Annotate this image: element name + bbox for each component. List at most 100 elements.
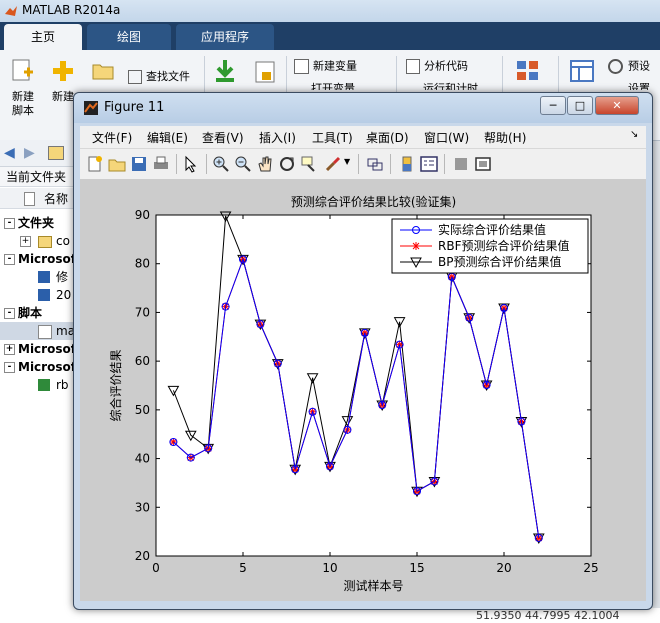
plus-icon bbox=[53, 61, 73, 81]
show-plot-tools-icon[interactable] bbox=[474, 155, 492, 173]
layout-icon[interactable] bbox=[570, 60, 594, 82]
menu-tools[interactable]: 工具(T) bbox=[312, 129, 353, 146]
tab-plots[interactable]: 绘图 bbox=[87, 24, 171, 50]
chart[interactable]: 预测综合评价结果比较(验证集) 0 5 10 15 20 25 20 30 40 50 60 70 80 9… bbox=[80, 179, 646, 601]
menu-view[interactable]: 查看(V) bbox=[202, 129, 244, 146]
file-row[interactable]: 20 bbox=[0, 286, 80, 304]
minimize-button[interactable]: ─ bbox=[540, 96, 566, 115]
figure-window: Figure 11 ─ □ ✕ 文件(F) 编辑(E) 查看(V) 插入(I) … bbox=[73, 92, 653, 610]
expand-icon[interactable]: + bbox=[4, 344, 15, 355]
back-arrow-icon[interactable]: ◀ bbox=[4, 145, 15, 161]
folder-row[interactable]: + co bbox=[0, 232, 80, 250]
group-microsoft-2[interactable]: + Microsof bbox=[0, 340, 80, 358]
find-files-label: 查找文件 bbox=[146, 70, 190, 83]
column-name-label: 名称 bbox=[44, 192, 69, 206]
set-path-button[interactable]: 设置路 bbox=[608, 82, 660, 90]
zoom-out-icon[interactable] bbox=[234, 155, 252, 173]
y-tick-label: 50 bbox=[135, 403, 150, 417]
run-and-time-button[interactable]: 运行和计时 bbox=[406, 82, 478, 90]
hide-plot-tools-icon[interactable] bbox=[452, 155, 470, 173]
y-tick-label: 30 bbox=[135, 500, 150, 514]
group-label: Microsof bbox=[18, 252, 76, 266]
menu-insert[interactable]: 插入(I) bbox=[259, 129, 296, 146]
open-variable-button[interactable]: 打开变量 bbox=[294, 82, 355, 90]
open-folder-icon[interactable] bbox=[92, 62, 114, 80]
group-microsoft-3[interactable]: - Microsof bbox=[0, 358, 80, 376]
close-button[interactable]: ✕ bbox=[595, 96, 639, 115]
link-icon[interactable] bbox=[366, 155, 384, 173]
matlab-figure-icon bbox=[84, 101, 98, 115]
group-folders[interactable]: - 文件夹 bbox=[0, 214, 80, 232]
collapse-icon[interactable]: - bbox=[4, 362, 15, 373]
toolbar-separator bbox=[358, 154, 359, 174]
x-tick-label: 15 bbox=[409, 561, 424, 575]
set-path-label: 设置路 bbox=[628, 82, 650, 90]
maximize-button[interactable]: □ bbox=[567, 96, 593, 115]
rotate-icon[interactable] bbox=[278, 155, 296, 173]
collapse-icon[interactable]: - bbox=[4, 254, 15, 265]
legend-label: BP预测综合评价结果值 bbox=[438, 254, 561, 269]
y-tick-label: 70 bbox=[135, 305, 150, 319]
group-label: 文件夹 bbox=[18, 216, 55, 230]
group-scripts[interactable]: - 脚本 bbox=[0, 304, 80, 322]
dock-arrow-icon[interactable]: ↘ bbox=[630, 129, 638, 140]
toolbar-separator bbox=[206, 154, 207, 174]
menu-edit[interactable]: 编辑(E) bbox=[147, 129, 188, 146]
brush-dropdown-icon[interactable]: ▼ bbox=[344, 157, 350, 166]
expand-icon[interactable]: + bbox=[20, 236, 31, 247]
save-workspace-icon[interactable] bbox=[254, 60, 276, 84]
x-tick-label: 25 bbox=[583, 561, 598, 575]
forward-arrow-icon[interactable]: ▶ bbox=[24, 145, 35, 161]
menu-file[interactable]: 文件(F) bbox=[92, 129, 132, 146]
find-files-button[interactable]: 查找文件 bbox=[128, 70, 190, 84]
collapse-icon[interactable]: - bbox=[4, 218, 15, 229]
print-icon[interactable] bbox=[152, 155, 170, 173]
legend-label: RBF预测综合评价结果值 bbox=[438, 238, 569, 253]
file-row-selected[interactable]: ma bbox=[0, 322, 80, 340]
open-icon[interactable] bbox=[108, 155, 126, 173]
import-data-icon[interactable] bbox=[212, 58, 238, 84]
pointer-icon[interactable] bbox=[182, 155, 200, 173]
menu-desktop[interactable]: 桌面(D) bbox=[366, 129, 409, 146]
excel-icon bbox=[38, 379, 50, 391]
figure-title: Figure 11 bbox=[104, 100, 165, 115]
new-figure-icon[interactable] bbox=[86, 155, 104, 173]
pan-icon[interactable] bbox=[256, 155, 274, 173]
up-folder-icon[interactable] bbox=[48, 146, 64, 160]
brush-icon[interactable] bbox=[324, 155, 342, 173]
point-marker bbox=[412, 242, 420, 250]
name-column-header[interactable]: 名称 bbox=[0, 188, 80, 209]
colorbar-icon[interactable] bbox=[398, 155, 416, 173]
zoom-in-icon[interactable] bbox=[212, 155, 230, 173]
run-and-time-label: 运行和计时 bbox=[423, 82, 478, 90]
x-tick-label: 20 bbox=[496, 561, 511, 575]
save-icon[interactable] bbox=[130, 155, 148, 173]
chart-title: 预测综合评价结果比较(验证集) bbox=[291, 194, 456, 209]
analyze-code-button[interactable]: 分析代码 bbox=[406, 59, 468, 74]
group-microsoft-word[interactable]: - Microsof bbox=[0, 250, 80, 268]
legend-icon[interactable] bbox=[420, 155, 438, 173]
menu-window[interactable]: 窗口(W) bbox=[424, 129, 469, 146]
tab-apps[interactable]: 应用程序 bbox=[176, 24, 274, 50]
simulink-icon[interactable] bbox=[516, 60, 540, 82]
close-icon: ✕ bbox=[612, 99, 622, 112]
data-cursor-icon[interactable] bbox=[300, 155, 318, 173]
analyze-code-label: 分析代码 bbox=[424, 59, 468, 73]
m-script-icon bbox=[38, 325, 52, 339]
folder-icon bbox=[38, 236, 52, 248]
x-tick-label: 10 bbox=[322, 561, 337, 575]
new-script-button[interactable]: 新建 脚本 bbox=[6, 58, 40, 118]
figure-title-bar[interactable]: Figure 11 ─ □ ✕ bbox=[74, 93, 652, 123]
preferences-button[interactable]: 预设 bbox=[608, 59, 650, 74]
x-tick-label: 0 bbox=[152, 561, 160, 575]
minimize-icon: ─ bbox=[549, 99, 557, 112]
collapse-icon[interactable]: - bbox=[4, 308, 15, 319]
x-axis-label: 测试样本号 bbox=[343, 578, 403, 593]
word-doc-icon bbox=[38, 271, 50, 283]
file-row[interactable]: 修 bbox=[0, 268, 80, 286]
menu-help[interactable]: 帮助(H) bbox=[484, 129, 526, 146]
folder-name: co bbox=[56, 234, 70, 248]
new-variable-button[interactable]: 新建变量 bbox=[294, 59, 357, 74]
file-row[interactable]: rb bbox=[0, 376, 80, 394]
tab-home[interactable]: 主页 bbox=[4, 24, 82, 50]
